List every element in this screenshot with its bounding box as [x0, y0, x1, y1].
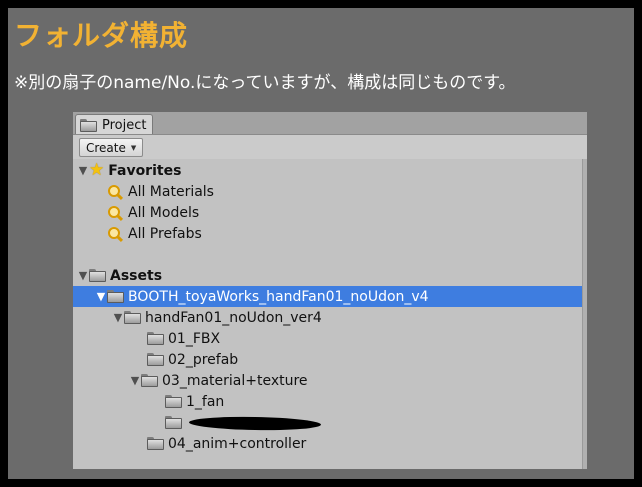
folder-icon — [147, 353, 164, 366]
tree-item-anim-folder[interactable]: 04_anim+controller — [73, 433, 583, 454]
tab-project[interactable]: Project — [75, 114, 154, 135]
slide-title: フォルダ構成 — [14, 19, 189, 52]
tree-item-booth-folder[interactable]: ▼ BOOTH_toyaWorks_handFan01_noUdon_v4 — [73, 286, 583, 307]
tab-bar: Project — [73, 112, 587, 135]
tree-item-prefab-folder[interactable]: 02_prefab — [73, 349, 583, 370]
tree-item-label: 01_FBX — [168, 330, 221, 347]
tree-item-label: 1_fan — [186, 393, 225, 410]
slide-subtitle: ※別の扇子のname/No.になっていますが、構成は同じものです。 — [14, 73, 516, 93]
tree-item-label: All Models — [128, 204, 200, 221]
tree-item-fbx-folder[interactable]: 01_FBX — [73, 328, 583, 349]
search-icon — [107, 226, 124, 242]
star-icon: ★ — [89, 160, 105, 180]
project-window: Project Create ▼ ▼ ★ Favorites All Mater… — [73, 112, 587, 469]
folder-icon — [80, 118, 97, 132]
tab-project-label: Project — [102, 117, 147, 133]
toolbar: Create ▼ — [73, 134, 587, 160]
slide: フォルダ構成 ※別の扇子のname/No.になっていますが、構成は同じものです。… — [8, 8, 634, 479]
expand-arrow-icon[interactable]: ▼ — [129, 374, 141, 387]
tree-item-label: handFan01_noUdon_ver4 — [145, 309, 322, 326]
expand-arrow-icon[interactable]: ▼ — [112, 311, 124, 324]
create-button[interactable]: Create ▼ — [79, 138, 144, 157]
expand-arrow-icon[interactable]: ▼ — [95, 290, 107, 303]
project-tree: ▼ ★ Favorites All Materials All Models A… — [73, 159, 587, 469]
folder-icon — [124, 311, 141, 324]
search-icon — [107, 184, 124, 200]
tree-item-label: Assets — [110, 267, 163, 284]
tree-item-label: All Prefabs — [128, 225, 202, 242]
scrollbar[interactable] — [582, 159, 587, 469]
tree-item-label: Favorites — [108, 162, 182, 179]
dropdown-arrow-icon: ▼ — [130, 143, 137, 152]
tree-item-label: 03_material+texture — [162, 372, 308, 389]
tree-item-fan-folder[interactable]: 1_fan — [73, 391, 583, 412]
tree-item-label: 04_anim+controller — [168, 435, 307, 452]
tree-item-all-materials[interactable]: All Materials — [73, 181, 583, 202]
folder-icon — [147, 437, 164, 450]
expand-arrow-icon[interactable]: ▼ — [77, 164, 89, 177]
folder-icon — [89, 269, 106, 282]
tree-item-label: BOOTH_toyaWorks_handFan01_noUdon_v4 — [128, 288, 429, 305]
tree-item-material-folder[interactable]: ▼ 03_material+texture — [73, 370, 583, 391]
tree-item-assets[interactable]: ▼ Assets — [73, 265, 583, 286]
folder-icon — [147, 332, 164, 345]
tree-item-label: 02_prefab — [168, 351, 239, 368]
folder-icon — [141, 374, 158, 387]
create-button-label: Create — [86, 140, 126, 155]
folder-icon — [165, 416, 182, 429]
folder-icon — [107, 290, 124, 303]
folder-icon — [165, 395, 182, 408]
tree-item-redacted-folder[interactable] — [73, 412, 583, 433]
tree-item-handfan-folder[interactable]: ▼ handFan01_noUdon_ver4 — [73, 307, 583, 328]
tree-item-all-prefabs[interactable]: All Prefabs — [73, 223, 583, 244]
tree-item-label: All Materials — [128, 183, 214, 200]
expand-arrow-icon[interactable]: ▼ — [77, 269, 89, 282]
tree-item-all-models[interactable]: All Models — [73, 202, 583, 223]
tree-item-favorites[interactable]: ▼ ★ Favorites — [73, 160, 583, 181]
search-icon — [107, 205, 124, 221]
